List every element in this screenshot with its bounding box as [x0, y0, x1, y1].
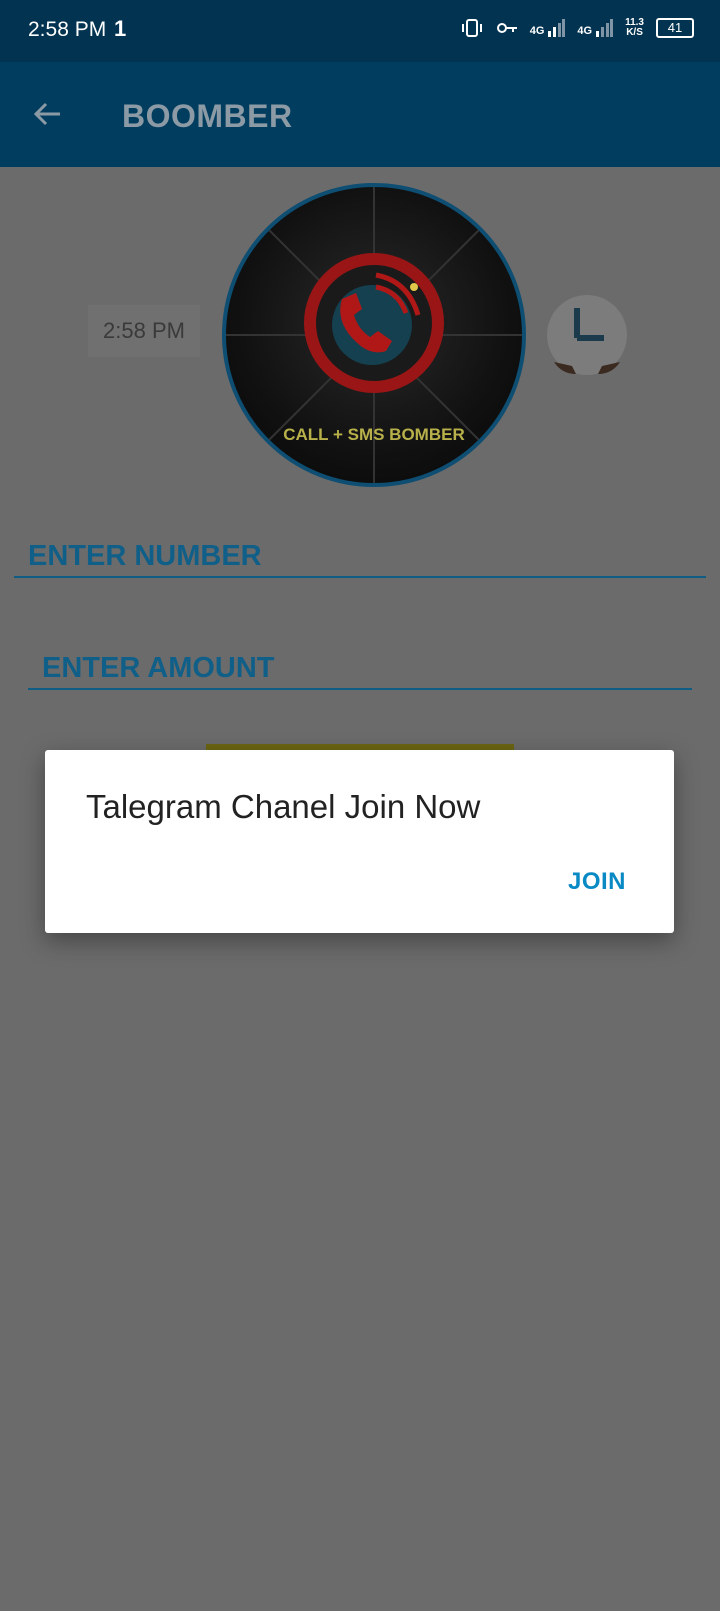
network-speed: 11.3 K/S — [625, 18, 644, 38]
signal-1: 4G — [530, 19, 566, 37]
amount-input-placeholder: ENTER AMOUNT — [42, 652, 275, 684]
logo-caption: CALL + SMS BOMBER — [283, 425, 465, 444]
vibrate-icon — [461, 19, 482, 37]
amount-input[interactable]: ENTER AMOUNT — [28, 650, 692, 690]
status-bar: 2:58 PM 1 4G 4G 11.3 K/S 41 — [0, 0, 720, 62]
app-toolbar: BOOMBER — [0, 62, 720, 167]
network-type-2: 4G — [577, 25, 593, 37]
join-button[interactable]: JOIN — [568, 868, 626, 896]
signal-2: 4G — [577, 19, 614, 37]
clock-icon — [547, 295, 627, 375]
status-time: 2:58 PM — [28, 18, 107, 41]
message-time: 2:58 PM — [88, 305, 200, 357]
number-input-placeholder: ENTER NUMBER — [28, 540, 262, 572]
signal-bars-1-icon — [548, 19, 566, 37]
signal-bars-2-icon — [596, 19, 614, 37]
dialog-message: Talegram Chanel Join Now — [86, 788, 481, 825]
back-arrow-icon[interactable] — [30, 96, 66, 132]
data-indicator: 1 — [114, 16, 127, 41]
join-dialog: Talegram Chanel Join Now JOIN — [45, 750, 674, 933]
app-logo: CALL + SMS BOMBER — [222, 183, 526, 487]
status-icons: 4G 4G 11.3 K/S 41 — [460, 18, 694, 38]
battery-icon: 41 — [656, 18, 694, 38]
toolbar-title: BOOMBER — [122, 98, 293, 134]
speed-unit: K/S — [626, 27, 643, 38]
network-type-1: 4G — [529, 25, 545, 37]
number-input[interactable]: ENTER NUMBER — [14, 538, 706, 578]
vpn-key-icon — [496, 23, 517, 33]
